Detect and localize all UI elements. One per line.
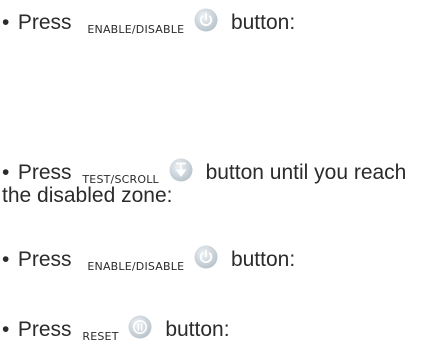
instruction-step-reset: • Press RESET button:: [2, 315, 230, 349]
key-label-enable-disable: ENABLE/DISABLE: [87, 260, 185, 273]
reset-icon: [128, 315, 152, 339]
step-verb: Press: [17, 318, 72, 341]
bullet: •: [2, 161, 10, 184]
scroll-arrow-icon: [169, 158, 193, 182]
instruction-step-enable-disable-2: • Press ENABLE/DISABLE button:: [2, 245, 295, 279]
step-suffix: button:: [165, 318, 230, 341]
key-label-enable-disable: ENABLE/DISABLE: [87, 23, 185, 36]
step-suffix: button until you reach: [205, 161, 407, 184]
bullet: •: [2, 318, 10, 341]
step-suffix: button:: [230, 11, 296, 34]
step-verb: Press: [17, 11, 72, 34]
power-icon: [194, 245, 218, 269]
step-continuation: the disabled zone:: [2, 184, 173, 207]
bullet: •: [2, 248, 10, 271]
key-label-reset: RESET: [82, 330, 119, 343]
bullet: •: [2, 11, 10, 34]
step-verb: Press: [17, 161, 72, 184]
step-suffix: button:: [230, 248, 296, 271]
instruction-step-enable-disable-1: • Press ENABLE/DISABLE button:: [2, 8, 295, 42]
power-icon: [194, 8, 218, 32]
step-verb: Press: [17, 248, 72, 271]
